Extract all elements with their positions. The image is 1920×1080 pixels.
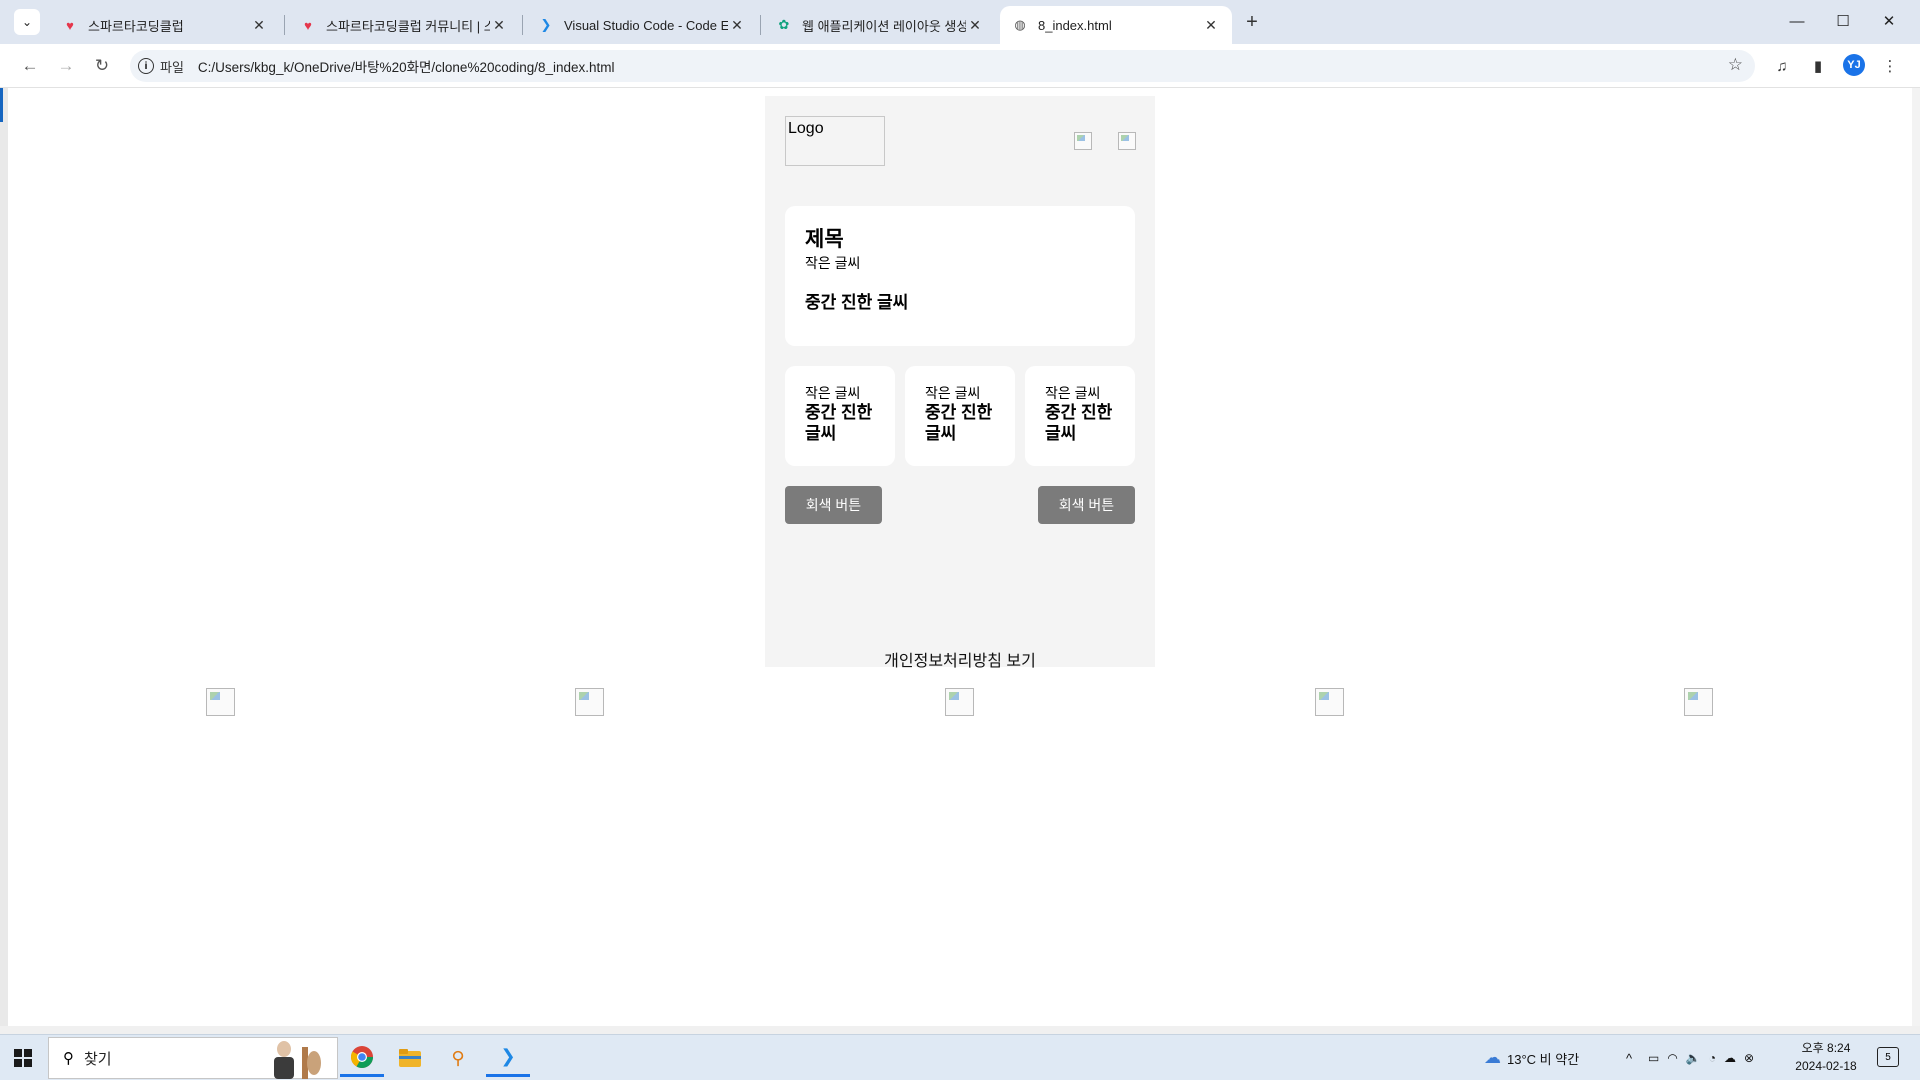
tab-divider xyxy=(760,15,761,35)
windows-logo-icon xyxy=(14,1049,32,1067)
chatgpt-icon: ✿ xyxy=(778,17,790,32)
side-panel-icon[interactable]: ▮ xyxy=(1806,54,1830,78)
tab-title: 웹 애플리케이션 레이아웃 생성 xyxy=(802,18,966,34)
search-icon: ⚲ xyxy=(63,1050,74,1067)
address-bar[interactable]: i 파일 C:/Users/kbg_k/OneDrive/바탕%20화면/clo… xyxy=(130,50,1755,82)
scheme-label: 파일 xyxy=(160,59,184,75)
clock[interactable]: 오후 8:24 2024-02-18 xyxy=(1792,1039,1860,1075)
search-highlight-image[interactable] xyxy=(262,1037,328,1079)
small-text: 작은 글씨 xyxy=(805,385,861,401)
mid-bold-text: 중간 진한 글씨 xyxy=(925,403,993,443)
vscode-right-edge xyxy=(1912,88,1920,1034)
media-control-icon[interactable]: ♫ xyxy=(1770,54,1794,78)
broken-image-icon[interactable] xyxy=(1118,132,1136,150)
tab-8-index[interactable]: ◍ 8_index.html ✕ xyxy=(1000,6,1232,44)
search-placeholder: 찾기 xyxy=(84,1050,112,1068)
windows-taskbar: ⚲ 찾기 ⚲ ❯ ☁ 13°C 비 약간 ^ ▭ ◠ 🔈 ◔ ☁ ⊗ 오후 8:… xyxy=(0,1034,1920,1080)
mid-bold-text: 중간 진한 글씨 xyxy=(805,293,909,312)
reload-button[interactable]: ↻ xyxy=(88,52,116,80)
volume-icon[interactable]: 🔈 xyxy=(1686,1051,1701,1065)
mini-card: 작은 글씨 중간 진한 글씨 xyxy=(1025,366,1135,466)
tab-title: Visual Studio Code - Code Edi xyxy=(564,17,728,33)
tab-divider xyxy=(522,15,523,35)
close-icon[interactable]: ✕ xyxy=(966,17,984,34)
taskbar-magnifier-app-icon[interactable]: ⚲ xyxy=(436,1039,480,1077)
taskbar-vscode-icon[interactable]: ❯ xyxy=(486,1039,530,1077)
mid-bold-text: 중간 진한 글씨 xyxy=(805,403,873,443)
footer-broken-image-icon[interactable] xyxy=(575,688,604,716)
close-icon[interactable]: ✕ xyxy=(728,17,746,34)
maximize-button[interactable]: ☐ xyxy=(1820,6,1866,36)
tab-title: 스파르타코딩클럽 커뮤니티 | 스 xyxy=(326,18,490,34)
taskbar-file-explorer-icon[interactable] xyxy=(388,1039,432,1077)
tab-vscode[interactable]: ❯ Visual Studio Code - Code Edi ✕ xyxy=(526,6,758,44)
gray-button-left[interactable]: 회색 버튼 xyxy=(785,486,882,524)
main-card: 제목 작은 글씨 중간 진한 글씨 xyxy=(785,206,1135,346)
heart-icon: ♥ xyxy=(66,17,74,33)
vscode-accent-bar xyxy=(0,88,3,122)
vscode-icon: ❯ xyxy=(540,17,552,32)
close-icon[interactable]: ✕ xyxy=(250,17,268,34)
close-circle-icon[interactable]: ⊗ xyxy=(1744,1051,1754,1065)
start-button[interactable] xyxy=(0,1035,46,1080)
tab-strip: ⌄ ♥ 스파르타코딩클럽 ✕ ♥ 스파르타코딩클럽 커뮤니티 | 스 ✕ ❯ V… xyxy=(0,0,1920,44)
broken-image-icon[interactable] xyxy=(1074,132,1092,150)
globe-icon: ◍ xyxy=(1014,17,1026,32)
logo-image[interactable]: Logo xyxy=(785,116,885,166)
forward-button[interactable]: → xyxy=(52,52,80,80)
clock-time: 오후 8:24 xyxy=(1801,1041,1851,1055)
heart-icon: ♥ xyxy=(304,17,312,33)
tab-search-button[interactable]: ⌄ xyxy=(14,9,40,35)
wifi-icon[interactable]: ◠ xyxy=(1667,1051,1677,1065)
taskbar-chrome-icon[interactable] xyxy=(340,1039,384,1077)
mid-bold-text: 중간 진한 글씨 xyxy=(1045,403,1113,443)
weather-widget[interactable]: ☁ 13°C 비 약간 xyxy=(1484,1035,1579,1080)
menu-kebab-icon[interactable]: ⋮ xyxy=(1878,54,1902,78)
cloud-icon[interactable]: ☁ xyxy=(1724,1051,1736,1065)
small-text: 작은 글씨 xyxy=(805,255,861,271)
mini-card: 작은 글씨 중간 진한 글씨 xyxy=(785,366,895,466)
close-icon[interactable]: ✕ xyxy=(1202,17,1220,34)
vscode-status-edge xyxy=(0,1026,1920,1034)
privacy-policy-link[interactable]: 개인정보처리방침 보기 xyxy=(765,647,1155,671)
close-icon[interactable]: ✕ xyxy=(490,17,508,34)
cloud-rain-icon: ☁ xyxy=(1484,1048,1501,1067)
card-title: 제목 xyxy=(805,228,844,251)
chevron-up-icon[interactable]: ^ xyxy=(1626,1035,1632,1080)
clock-date: 2024-02-18 xyxy=(1795,1059,1857,1073)
network-icon[interactable]: ◔ xyxy=(1709,1051,1716,1065)
footer-broken-image-icon[interactable] xyxy=(945,688,974,716)
battery-icon[interactable]: ▭ xyxy=(1648,1051,1659,1065)
tab-sparta-community[interactable]: ♥ 스파르타코딩클럽 커뮤니티 | 스 ✕ xyxy=(288,6,520,44)
tray-icons: ▭ ◠ 🔈 ◔ ☁ ⊗ xyxy=(1648,1035,1754,1080)
info-icon[interactable]: i xyxy=(138,58,154,74)
profile-avatar[interactable]: YJ xyxy=(1843,54,1865,76)
tab-title: 8_index.html xyxy=(1038,17,1112,33)
url-text[interactable]: C:/Users/kbg_k/OneDrive/바탕%20화면/clone%20… xyxy=(198,56,615,76)
notification-center-icon[interactable]: 5 xyxy=(1877,1047,1899,1067)
new-tab-button[interactable]: + xyxy=(1240,10,1264,34)
footer-broken-image-icon[interactable] xyxy=(1684,688,1713,716)
small-text: 작은 글씨 xyxy=(925,385,981,401)
bookmark-star-icon[interactable]: ☆ xyxy=(1728,55,1743,75)
mini-card: 작은 글씨 중간 진한 글씨 xyxy=(905,366,1015,466)
tab-title: 스파르타코딩클럽 xyxy=(88,18,184,34)
tab-divider xyxy=(284,15,285,35)
footer-broken-image-icon[interactable] xyxy=(1315,688,1344,716)
small-text: 작은 글씨 xyxy=(1045,385,1101,401)
minimize-button[interactable]: — xyxy=(1774,6,1820,36)
gray-button-right[interactable]: 회색 버튼 xyxy=(1038,486,1135,524)
page-container: Logo 제목 작은 글씨 중간 진한 글씨 작은 글씨 중간 진한 글씨 작은… xyxy=(765,96,1155,670)
footer-broken-image-icon[interactable] xyxy=(206,688,235,716)
back-button[interactable]: ← xyxy=(16,52,44,80)
tab-chatgpt[interactable]: ✿ 웹 애플리케이션 레이아웃 생성 ✕ xyxy=(764,6,996,44)
tab-sparta[interactable]: ♥ 스파르타코딩클럽 ✕ xyxy=(50,6,280,44)
weather-text: 13°C 비 약간 xyxy=(1507,1051,1580,1067)
browser-chrome: ⌄ ♥ 스파르타코딩클럽 ✕ ♥ 스파르타코딩클럽 커뮤니티 | 스 ✕ ❯ V… xyxy=(0,0,1920,88)
window-close-button[interactable]: ✕ xyxy=(1866,6,1912,36)
vscode-left-edge xyxy=(0,88,8,1034)
browser-toolbar: ← → ↻ i 파일 C:/Users/kbg_k/OneDrive/바탕%20… xyxy=(0,44,1920,88)
